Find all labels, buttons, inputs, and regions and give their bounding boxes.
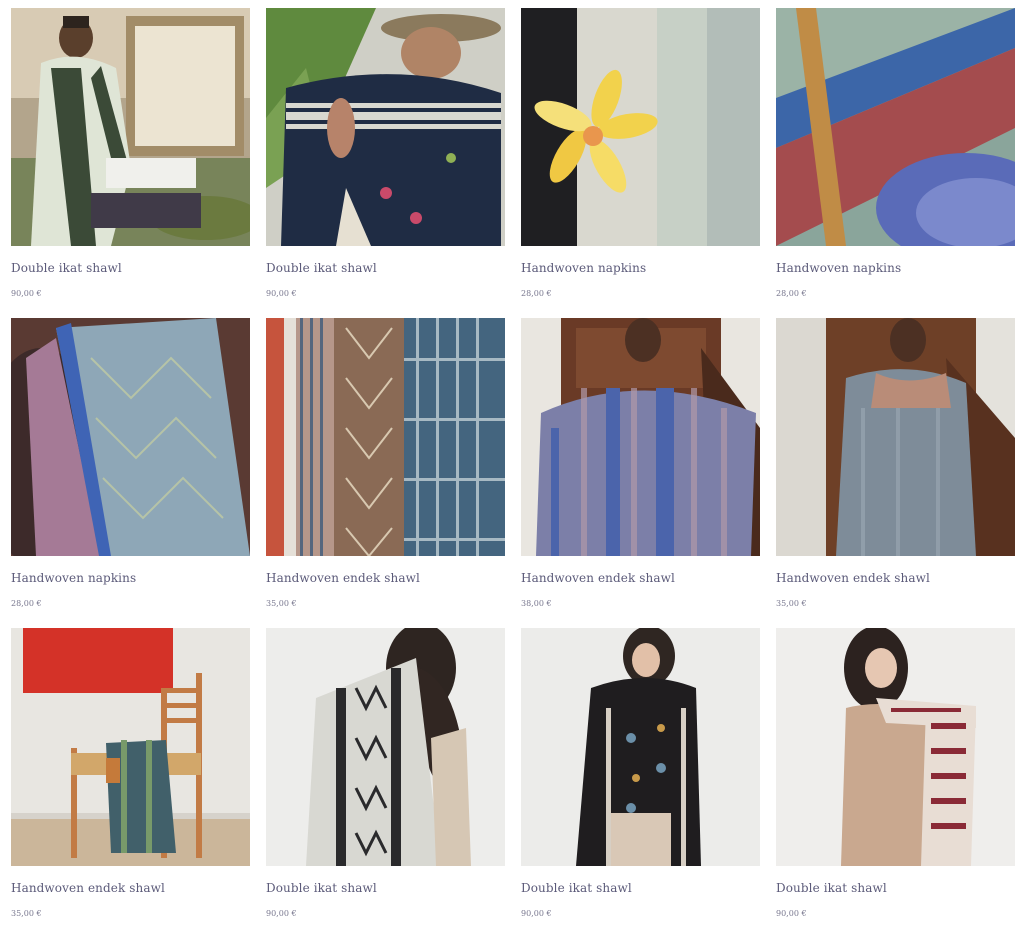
product-image[interactable] xyxy=(776,8,1015,246)
product-image[interactable] xyxy=(266,628,505,866)
product-card[interactable]: Handwoven napkins 28,00 € xyxy=(776,8,1015,318)
product-image[interactable] xyxy=(521,318,760,556)
product-card[interactable]: Double ikat shawl 90,00 € xyxy=(266,628,505,938)
product-title[interactable]: Handwoven napkins xyxy=(11,571,136,585)
product-title[interactable]: Double ikat shawl xyxy=(11,261,122,275)
product-card[interactable]: Handwoven napkins 28,00 € xyxy=(11,318,250,628)
product-title[interactable]: Handwoven endek shawl xyxy=(521,571,675,585)
product-image[interactable] xyxy=(11,628,250,866)
product-price: 38,00 € xyxy=(521,599,552,608)
product-price: 35,00 € xyxy=(266,599,297,608)
product-card[interactable]: Handwoven napkins 28,00 € xyxy=(521,8,760,318)
product-card[interactable]: Handwoven endek shawl 35,00 € xyxy=(266,318,505,628)
product-price: 90,00 € xyxy=(266,289,297,298)
product-image[interactable] xyxy=(521,8,760,246)
product-title[interactable]: Handwoven napkins xyxy=(521,261,646,275)
product-image[interactable] xyxy=(776,628,1015,866)
product-card[interactable]: Handwoven endek shawl 35,00 € xyxy=(776,318,1015,628)
product-price: 90,00 € xyxy=(266,909,297,918)
product-card[interactable]: Handwoven endek shawl 38,00 € xyxy=(521,318,760,628)
product-title[interactable]: Handwoven endek shawl xyxy=(776,571,930,585)
product-image[interactable] xyxy=(266,318,505,556)
product-image[interactable] xyxy=(776,318,1015,556)
product-title[interactable]: Handwoven endek shawl xyxy=(11,881,165,895)
product-price: 90,00 € xyxy=(11,289,42,298)
product-price: 90,00 € xyxy=(521,909,552,918)
product-title[interactable]: Double ikat shawl xyxy=(521,881,632,895)
product-title[interactable]: Double ikat shawl xyxy=(776,881,887,895)
product-card[interactable]: Double ikat shawl 90,00 € xyxy=(266,8,505,318)
product-price: 28,00 € xyxy=(776,289,807,298)
product-image[interactable] xyxy=(266,8,505,246)
product-grid: Double ikat shawl 90,00 € Double ikat sh… xyxy=(11,8,1015,938)
product-price: 28,00 € xyxy=(11,599,42,608)
product-card[interactable]: Double ikat shawl 90,00 € xyxy=(521,628,760,938)
product-title[interactable]: Double ikat shawl xyxy=(266,881,377,895)
product-price: 35,00 € xyxy=(11,909,42,918)
product-price: 28,00 € xyxy=(521,289,552,298)
product-price: 90,00 € xyxy=(776,909,807,918)
product-title[interactable]: Handwoven napkins xyxy=(776,261,901,275)
product-price: 35,00 € xyxy=(776,599,807,608)
product-image[interactable] xyxy=(11,8,250,246)
product-title[interactable]: Double ikat shawl xyxy=(266,261,377,275)
product-card[interactable]: Handwoven endek shawl 35,00 € xyxy=(11,628,250,938)
product-image[interactable] xyxy=(11,318,250,556)
product-card[interactable]: Double ikat shawl 90,00 € xyxy=(11,8,250,318)
product-card[interactable]: Double ikat shawl 90,00 € xyxy=(776,628,1015,938)
product-title[interactable]: Handwoven endek shawl xyxy=(266,571,420,585)
product-image[interactable] xyxy=(521,628,760,866)
